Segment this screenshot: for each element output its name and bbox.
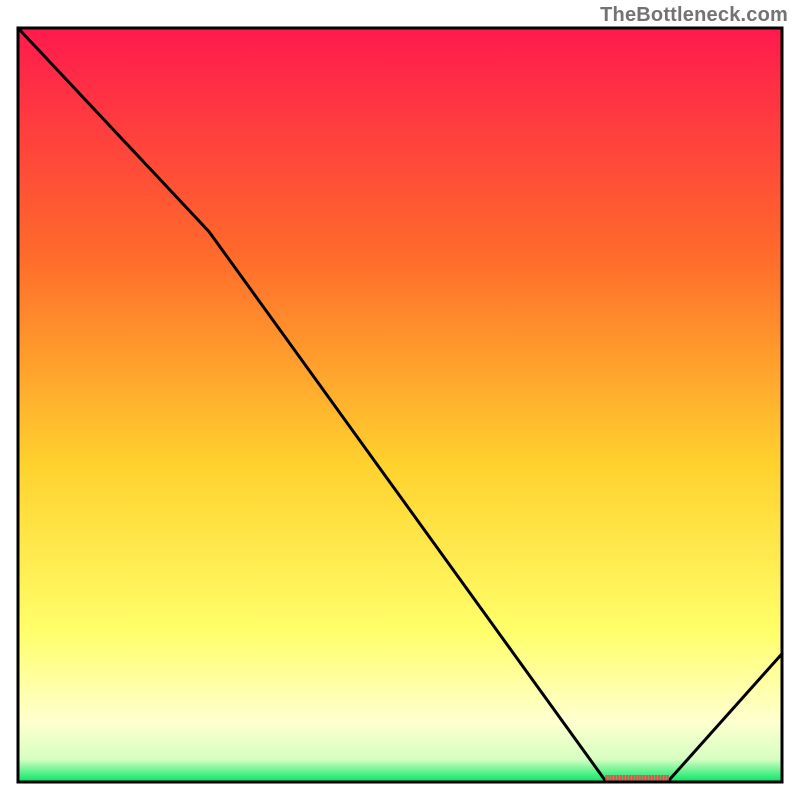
bottleneck-chart <box>0 0 800 800</box>
chart-container: TheBottleneck.com <box>0 0 800 800</box>
watermark-text: TheBottleneck.com <box>600 4 788 27</box>
plot-area <box>18 28 782 782</box>
gradient-background <box>18 28 782 782</box>
